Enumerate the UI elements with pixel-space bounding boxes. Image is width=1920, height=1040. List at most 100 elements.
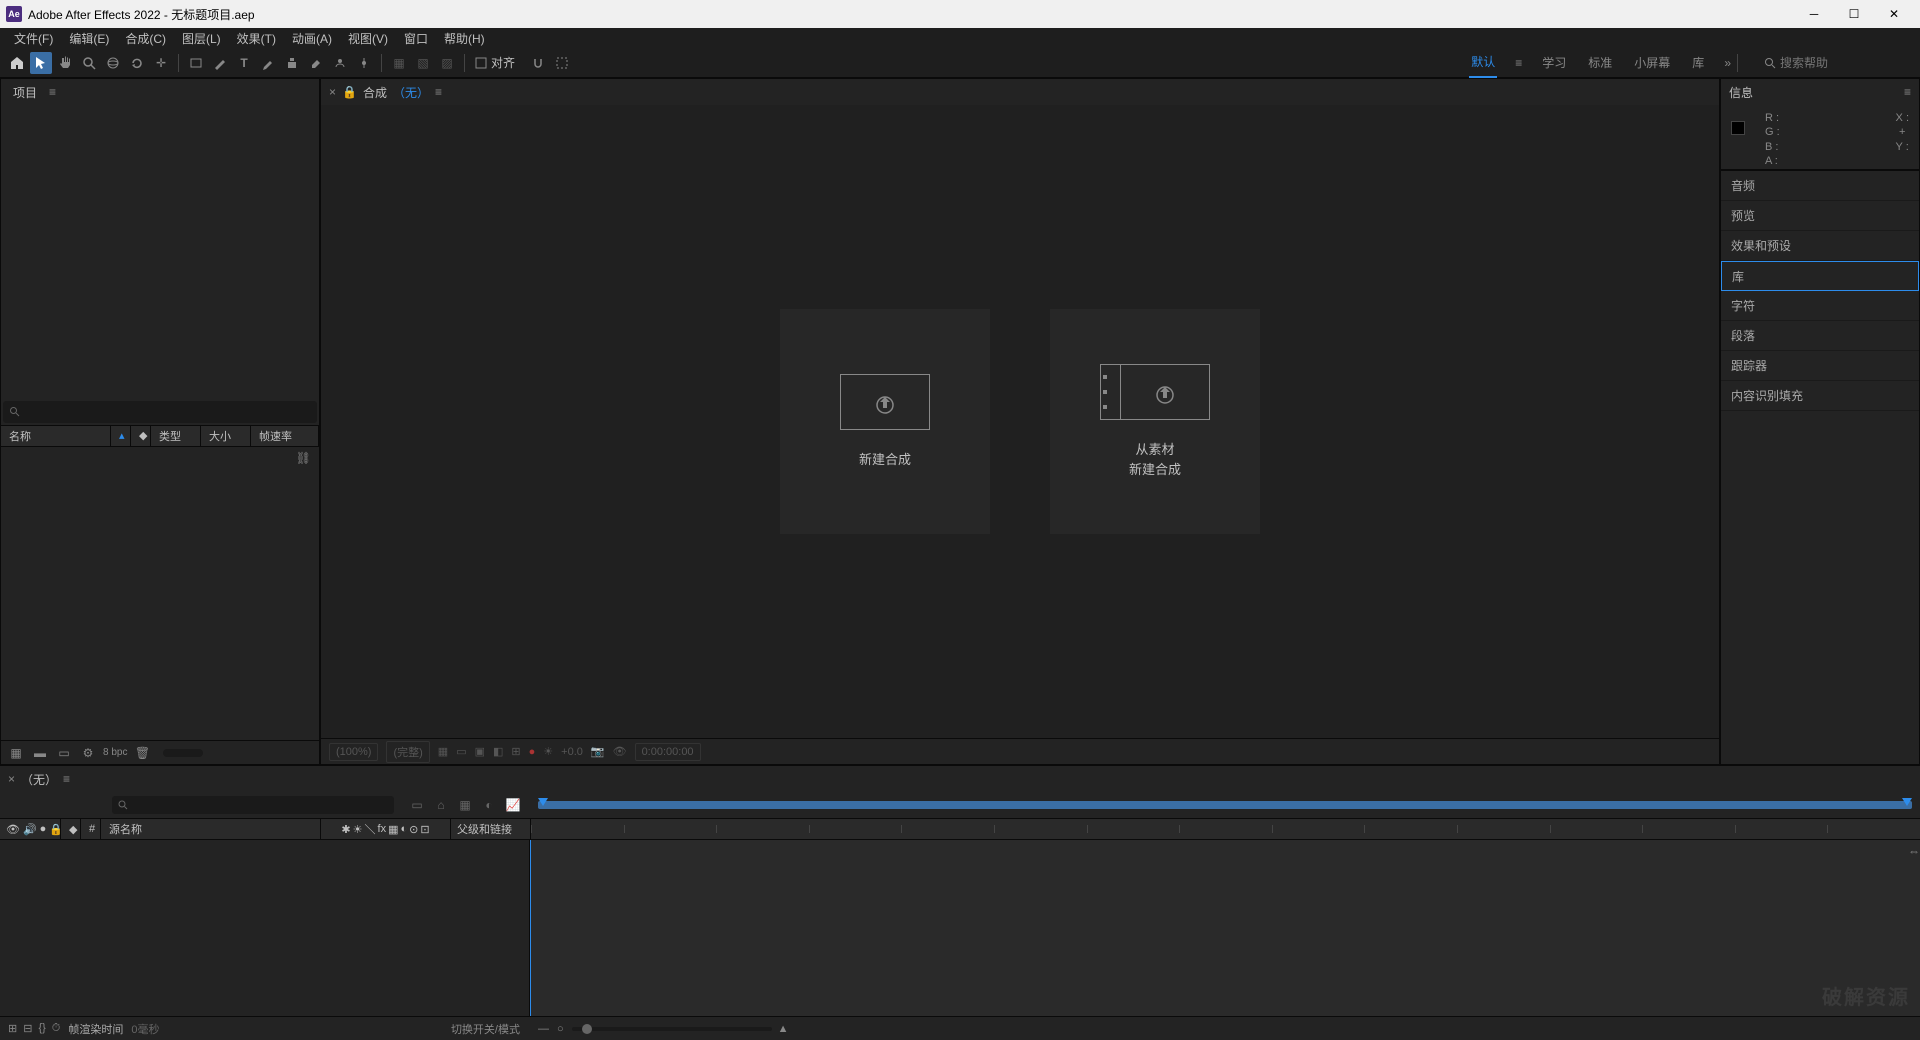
timeline-zoom-slider[interactable]: — ○ ▲: [538, 1023, 1912, 1035]
trash-icon[interactable]: 🗑: [133, 744, 151, 762]
timeline-tab-menu-icon[interactable]: ≡: [63, 772, 70, 786]
menu-view[interactable]: 视图(V): [340, 28, 396, 49]
search-help[interactable]: [1764, 56, 1914, 70]
zoom-in-icon[interactable]: ▲: [778, 1023, 789, 1035]
project-col-fps[interactable]: 帧速率: [251, 426, 319, 446]
side-panel-content-aware[interactable]: 内容识别填充: [1721, 381, 1919, 411]
text-tool[interactable]: T: [233, 52, 255, 74]
new-composition-card[interactable]: 新建合成: [780, 309, 990, 534]
project-search[interactable]: [3, 401, 317, 423]
timeline-col-num[interactable]: #: [80, 819, 100, 839]
project-col-sort-icon[interactable]: ▴: [111, 426, 131, 446]
switch-mode-toggle[interactable]: 切换开关/模式: [451, 1021, 520, 1037]
eraser-tool[interactable]: [305, 52, 327, 74]
menu-animation[interactable]: 动画(A): [284, 28, 340, 49]
menu-composition[interactable]: 合成(C): [117, 28, 174, 49]
side-panel-audio[interactable]: 音频: [1721, 171, 1919, 201]
timeline-track-area[interactable]: ⇔: [530, 840, 1920, 1016]
comp-footer-icon[interactable]: ⊞: [511, 745, 520, 758]
menu-edit[interactable]: 编辑(E): [61, 28, 117, 49]
bpc-label[interactable]: 8 bpc: [103, 747, 127, 758]
comp-footer-icon[interactable]: ◧: [493, 745, 503, 758]
comp-resolution-dropdown[interactable]: (完整): [386, 741, 429, 763]
project-col-name[interactable]: 名称: [1, 426, 111, 446]
orbit-tool[interactable]: [102, 52, 124, 74]
selection-tool[interactable]: [30, 52, 52, 74]
side-panel-library[interactable]: 库: [1721, 261, 1919, 291]
workspace-learn[interactable]: 学习: [1540, 48, 1568, 77]
brush-tool[interactable]: [257, 52, 279, 74]
workspace-default[interactable]: 默认: [1469, 47, 1497, 78]
puppet-tool[interactable]: [353, 52, 375, 74]
new-comp-icon[interactable]: ▭: [55, 744, 73, 762]
comp-footer-icon[interactable]: ▦: [438, 745, 448, 758]
project-settings-icon[interactable]: ⚙: [79, 744, 97, 762]
comp-snapshot-icon[interactable]: 📷: [591, 745, 605, 758]
minimize-button[interactable]: ─: [1794, 0, 1834, 28]
rectangle-tool[interactable]: [185, 52, 207, 74]
comp-tab-close-icon[interactable]: ×: [329, 85, 336, 99]
comp-exposure-icon[interactable]: ☀: [543, 745, 553, 758]
menu-layer[interactable]: 图层(L): [174, 28, 229, 49]
timeline-tab-close-icon[interactable]: ×: [8, 772, 15, 786]
side-panel-preview[interactable]: 预览: [1721, 201, 1919, 231]
comp-lock-icon[interactable]: 🔒: [342, 85, 357, 99]
flowchart-icon[interactable]: ⛓: [296, 451, 311, 465]
timeline-tab-label[interactable]: （无）: [21, 771, 57, 788]
project-col-label-icon[interactable]: ◆: [131, 426, 151, 446]
comp-mask-icon[interactable]: ●: [529, 746, 536, 758]
snap-magnet-icon[interactable]: [527, 52, 549, 74]
timeline-graph-btn[interactable]: 📈: [504, 796, 522, 814]
comp-footer-icon[interactable]: ▣: [475, 745, 485, 758]
axis-mode-local[interactable]: ▦: [388, 52, 410, 74]
comp-show-snapshot-icon[interactable]: 👁: [613, 745, 627, 758]
axis-mode-world[interactable]: ▧: [412, 52, 434, 74]
workspace-overflow-icon[interactable]: »: [1724, 56, 1731, 70]
menu-window[interactable]: 窗口: [396, 28, 436, 49]
project-col-size[interactable]: 大小: [201, 426, 251, 446]
timeline-frame-blend-btn[interactable]: ▦: [456, 796, 474, 814]
comp-exposure-value[interactable]: +0.0: [561, 746, 583, 758]
timeline-toggle-render-icon[interactable]: ⏱: [52, 1022, 61, 1035]
timeline-ruler[interactable]: [530, 819, 1920, 839]
timeline-toggle-modes-icon[interactable]: ⊟: [23, 1022, 32, 1035]
workspace-small[interactable]: 小屏幕: [1632, 48, 1672, 77]
timeline-comp-btn[interactable]: ▭: [408, 796, 426, 814]
timeline-shy-btn[interactable]: ⌂: [432, 796, 450, 814]
project-item-area[interactable]: ⛓: [1, 447, 319, 741]
project-col-type[interactable]: 类型: [151, 426, 201, 446]
home-button[interactable]: [6, 52, 28, 74]
workspace-library[interactable]: 库: [1690, 48, 1706, 77]
new-folder-icon[interactable]: ▬: [31, 744, 49, 762]
new-comp-from-footage-card[interactable]: 从素材新建合成: [1050, 309, 1260, 534]
pen-tool[interactable]: [209, 52, 231, 74]
comp-footer-icon[interactable]: ▭: [456, 745, 466, 758]
comp-tab-menu-icon[interactable]: ≡: [435, 85, 442, 99]
project-panel-tab[interactable]: 项目: [9, 81, 41, 104]
hand-tool[interactable]: [54, 52, 76, 74]
playhead[interactable]: [530, 840, 531, 1016]
anchor-tool[interactable]: ✛: [150, 52, 172, 74]
comp-zoom-dropdown[interactable]: (100%): [329, 743, 378, 761]
search-help-input[interactable]: [1780, 56, 1880, 70]
rotation-tool[interactable]: [126, 52, 148, 74]
axis-mode-view[interactable]: ▨: [436, 52, 458, 74]
timeline-switches[interactable]: ✱☀＼fx▦◐⊙⊡: [320, 819, 450, 839]
panel-menu-icon[interactable]: ≡: [49, 85, 56, 99]
maximize-button[interactable]: ☐: [1834, 0, 1874, 28]
interpret-footage-icon[interactable]: ▦: [7, 744, 25, 762]
snap-toggle[interactable]: 对齐: [475, 54, 515, 71]
timeline-search[interactable]: [112, 796, 394, 814]
menu-effect[interactable]: 效果(T): [229, 28, 284, 49]
info-panel-tab[interactable]: 信息: [1729, 84, 1753, 101]
side-panel-paragraph[interactable]: 段落: [1721, 321, 1919, 351]
timeline-side-handle-icon[interactable]: ⇔: [1908, 844, 1920, 858]
comp-timecode[interactable]: 0:00:00:00: [635, 743, 701, 761]
timeline-col-source[interactable]: 源名称: [100, 819, 320, 839]
timeline-col-parent[interactable]: 父级和链接: [450, 819, 530, 839]
zoom-tool[interactable]: [78, 52, 100, 74]
clone-tool[interactable]: [281, 52, 303, 74]
menu-file[interactable]: 文件(F): [6, 28, 61, 49]
timeline-col-label[interactable]: ◆: [60, 819, 80, 839]
side-panel-tracker[interactable]: 跟踪器: [1721, 351, 1919, 381]
